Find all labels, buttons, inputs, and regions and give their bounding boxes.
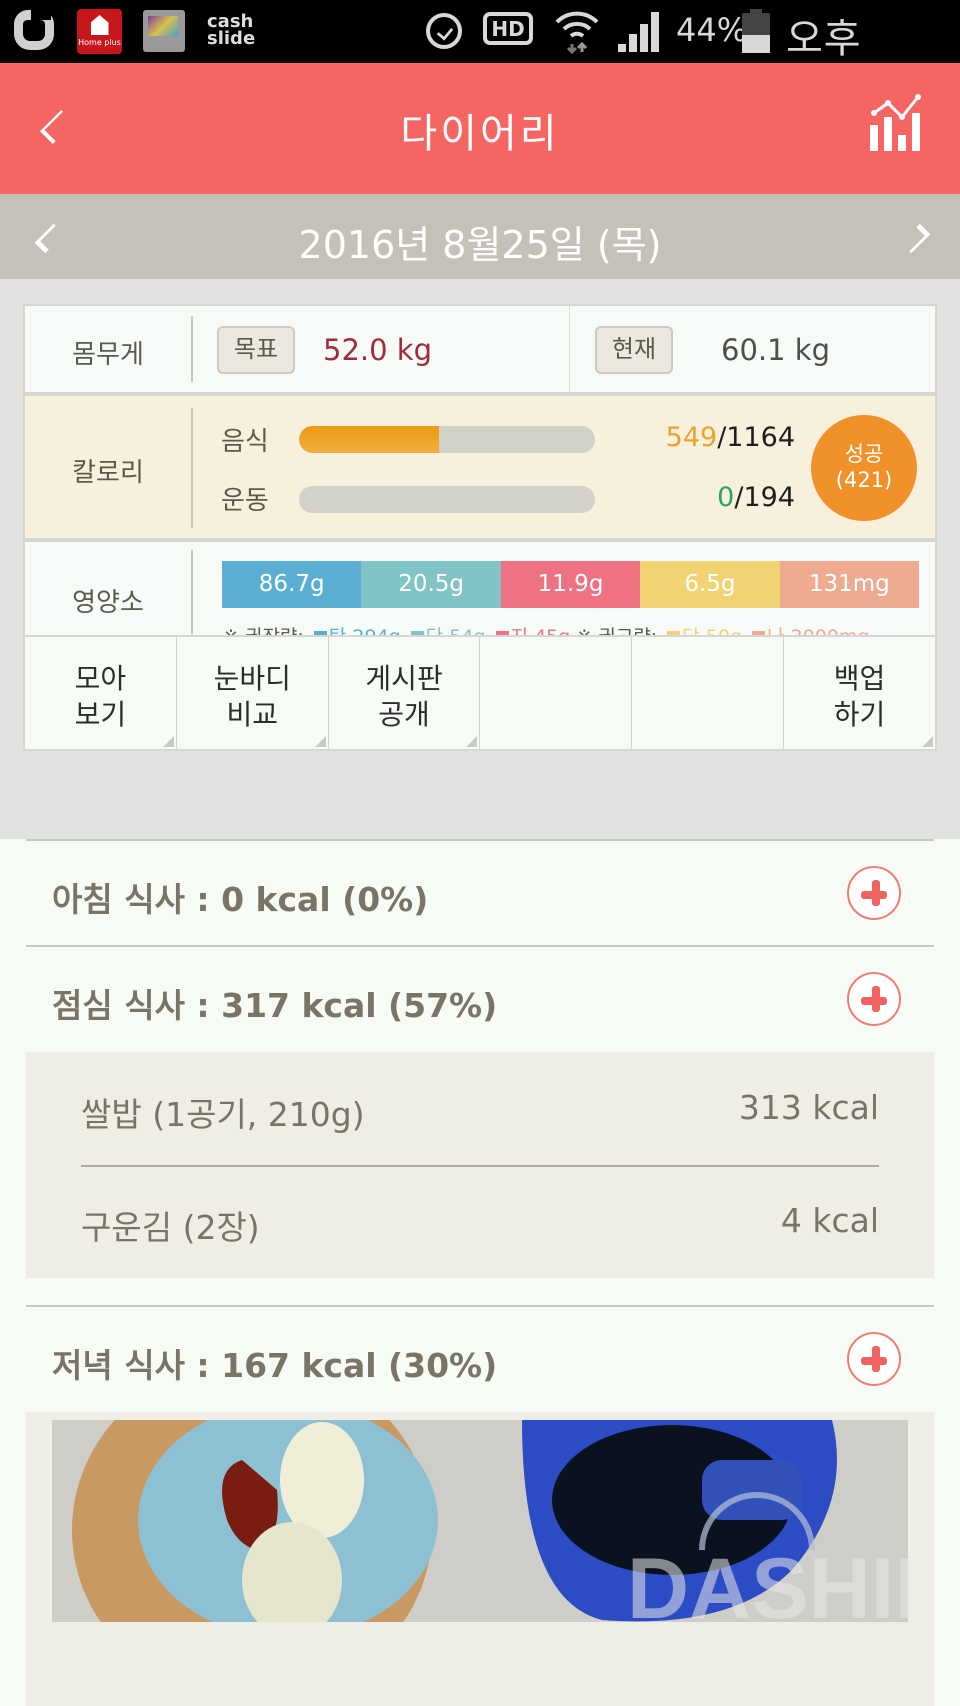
food-label: 음식 bbox=[221, 427, 269, 457]
corner-indicator-icon bbox=[162, 736, 174, 747]
exercise-target: /194 bbox=[734, 482, 795, 513]
divider bbox=[191, 408, 193, 528]
calorie-label: 칼로리 bbox=[72, 458, 144, 488]
cashslide-app-icon: cash slide bbox=[207, 11, 256, 49]
nutrient-sugar: 6.5g bbox=[640, 561, 780, 608]
nutrient-bar: 86.7g 20.5g 11.9g 6.5g 131mg bbox=[222, 561, 920, 608]
nutrient-label: 영양소 bbox=[72, 588, 144, 618]
exercise-calorie-count: 0/194 bbox=[717, 482, 795, 513]
battery-icon bbox=[742, 9, 770, 53]
meal-list: 아침 식사 : 0 kcal (0%) 점심 식사 : 317 kcal (57… bbox=[0, 839, 960, 1706]
tv-app-icon bbox=[143, 10, 185, 52]
food-item[interactable]: 구운김 (2장) 4 kcal bbox=[81, 1201, 879, 1249]
divider bbox=[81, 1165, 879, 1167]
app-header: 다이어리 bbox=[0, 63, 960, 194]
food-name: 구운김 (2장) bbox=[81, 1208, 260, 1247]
quick-actions: 모아 보기 눈바디 비교 게시판 공개 백업 하기 bbox=[23, 635, 937, 751]
divider bbox=[26, 839, 934, 841]
status-bar: Home plus cash slide HD 44% 오후 7:39 bbox=[0, 0, 960, 110]
date-navigator: 2016년 8월25일 (목) bbox=[0, 194, 960, 279]
backup-button[interactable]: 백업 하기 bbox=[784, 637, 935, 749]
page-title: 다이어리 bbox=[400, 111, 560, 157]
add-breakfast-button[interactable] bbox=[847, 866, 901, 920]
house-icon bbox=[90, 15, 109, 35]
weight-label: 몸무게 bbox=[72, 340, 144, 370]
nutrient-protein: 20.5g bbox=[361, 561, 501, 608]
nutrient-sodium: 131mg bbox=[779, 561, 920, 608]
food-calorie-progress bbox=[299, 426, 595, 453]
calorie-row: 칼로리 음식 549/1164 운동 0/194 성공 (421) bbox=[23, 394, 937, 540]
exercise-label: 운동 bbox=[221, 486, 269, 516]
nutrient-fat: 11.9g bbox=[500, 561, 641, 608]
stats-button[interactable] bbox=[866, 93, 926, 153]
alarm-icon bbox=[426, 13, 462, 49]
divider bbox=[569, 306, 570, 394]
next-day-button[interactable] bbox=[898, 208, 938, 264]
corner-indicator-icon bbox=[466, 736, 478, 747]
daily-summary: 몸무게 목표 52.0 kg 현재 60.1 kg 칼로리 음식 549/116… bbox=[0, 279, 960, 839]
g-app-icon bbox=[14, 8, 54, 50]
food-target: /1164 bbox=[717, 422, 795, 453]
lunch-header[interactable]: 점심 식사 : 317 kcal (57%) bbox=[52, 979, 497, 1027]
corner-indicator-icon bbox=[921, 736, 933, 747]
board-share-button[interactable]: 게시판 공개 bbox=[329, 637, 481, 749]
food-calorie-count: 549/1164 bbox=[666, 422, 795, 453]
divider bbox=[26, 1305, 934, 1307]
food-kcal: 313 kcal bbox=[738, 1088, 879, 1127]
food-kcal: 4 kcal bbox=[780, 1201, 879, 1240]
hd-voice-icon: HD bbox=[483, 12, 533, 45]
goal-weight-value[interactable]: 52.0 kg bbox=[323, 333, 432, 367]
dinner-food-list: DASHIN bbox=[26, 1412, 934, 1706]
wifi-icon bbox=[553, 8, 601, 63]
homeplus-label: Home plus bbox=[78, 38, 121, 47]
goal-weight-button[interactable]: 목표 bbox=[217, 326, 295, 374]
meal-photo[interactable]: DASHIN bbox=[52, 1420, 908, 1622]
success-remaining: (421) bbox=[835, 468, 893, 492]
dinner-header[interactable]: 저녁 식사 : 167 kcal (30%) bbox=[52, 1339, 497, 1387]
weight-row: 몸무게 목표 52.0 kg 현재 60.1 kg bbox=[23, 304, 937, 394]
food-item[interactable]: 쌀밥 (1공기, 210g) 313 kcal bbox=[81, 1088, 879, 1136]
add-lunch-button[interactable] bbox=[847, 972, 901, 1026]
current-weight-value[interactable]: 60.1 kg bbox=[721, 333, 830, 367]
success-label: 성공 bbox=[844, 442, 884, 466]
divider bbox=[191, 316, 193, 382]
breakfast-header[interactable]: 아침 식사 : 0 kcal (0%) bbox=[52, 873, 428, 921]
corner-indicator-icon bbox=[314, 736, 326, 747]
battery-percent: 44% bbox=[676, 11, 748, 49]
bar-line-chart-icon bbox=[870, 94, 921, 151]
homeplus-app-icon: Home plus bbox=[77, 9, 122, 54]
exercise-calorie-progress bbox=[299, 486, 595, 513]
empty-slot-2 bbox=[632, 637, 785, 749]
lunch-food-list: 쌀밥 (1공기, 210g) 313 kcal 구운김 (2장) 4 kcal bbox=[26, 1052, 934, 1278]
current-date[interactable]: 2016년 8월25일 (목) bbox=[0, 214, 960, 269]
divider bbox=[26, 945, 934, 947]
success-badge[interactable]: 성공 (421) bbox=[811, 415, 917, 521]
body-compare-button[interactable]: 눈바디 비교 bbox=[177, 637, 329, 749]
food-progress-fill bbox=[299, 426, 439, 453]
food-consumed: 549 bbox=[665, 422, 718, 453]
signal-icon bbox=[618, 12, 663, 52]
nutrient-carbs: 86.7g bbox=[222, 561, 362, 608]
empty-slot-1 bbox=[480, 637, 633, 749]
view-all-button[interactable]: 모아 보기 bbox=[25, 637, 177, 749]
photo-watermark: DASHIN bbox=[627, 1541, 908, 1622]
add-dinner-button[interactable] bbox=[847, 1332, 901, 1386]
exercise-done: 0 bbox=[717, 482, 735, 513]
current-weight-button[interactable]: 현재 bbox=[595, 326, 673, 374]
food-name: 쌀밥 (1공기, 210g) bbox=[81, 1095, 365, 1134]
